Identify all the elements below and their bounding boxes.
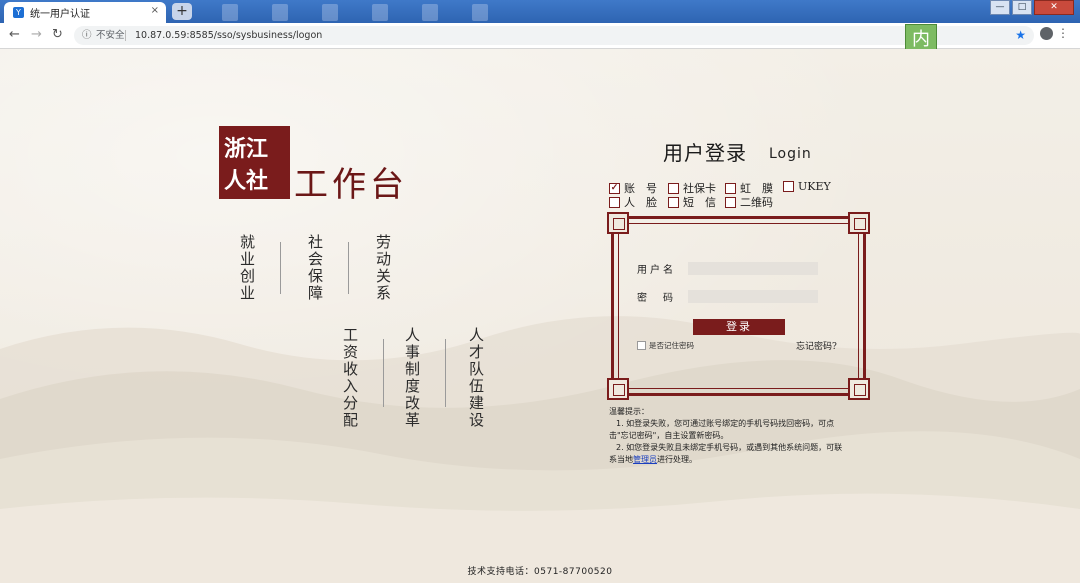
login-mode-sms[interactable]: 短 信 (668, 194, 716, 210)
tips-line: 1. 如登录失败，您可通过账号绑定的手机号码找回密码，可点 (616, 419, 835, 428)
support-phone: 技术支持电话：0571-87700520 (467, 567, 613, 577)
background-thumbnail (222, 4, 238, 21)
checkbox-icon (609, 196, 620, 208)
checkbox-icon (783, 181, 794, 192)
nav-item-personnel-reform[interactable]: 人事制度改革 (402, 327, 423, 429)
logo-title: 工作台 (294, 165, 408, 205)
checkbox-icon (725, 182, 736, 194)
logo-seal-line1: 浙江 (224, 136, 269, 162)
address-separator (125, 30, 126, 41)
login-mode-label: 二维码 (740, 196, 773, 209)
maximize-button[interactable]: □ (1012, 0, 1032, 15)
url-text[interactable]: 10.87.0.59:8585/sso/sysbusiness/logon (135, 26, 322, 45)
checkbox-icon (668, 196, 679, 208)
login-button[interactable]: 登录 (693, 319, 785, 335)
username-input[interactable] (688, 262, 818, 275)
login-mode-ukey[interactable]: UKEY (783, 180, 831, 193)
username-label: 用户名 (637, 265, 676, 276)
background-thumbnail (272, 4, 288, 21)
nav-item-talent-development[interactable]: 人才队伍建设 (466, 327, 487, 429)
background-thumbnail (372, 4, 388, 21)
minimize-button[interactable]: — (990, 0, 1010, 15)
back-arrow-icon[interactable]: ← (9, 27, 20, 43)
window-close-button[interactable]: ✕ (1034, 0, 1074, 15)
bookmark-star-icon[interactable]: ★ (1015, 26, 1026, 45)
login-frame-inner (618, 223, 859, 389)
nav-item-labor-relations[interactable]: 劳动关系 (373, 234, 394, 302)
tab-title: 统一用户认证 (30, 9, 90, 20)
tab-close-icon[interactable]: × (151, 5, 159, 16)
tips-panel: 温馨提示： 1. 如登录失败，您可通过账号绑定的手机号码找回密码，可点 击"忘记… (609, 406, 871, 466)
frame-corner-ornament (848, 378, 870, 400)
frame-corner-ornament (848, 212, 870, 234)
security-label: 不安全 (96, 30, 125, 41)
tips-text: 系当地 (609, 455, 633, 464)
browser-tab-bar: Y 统一用户认证 × + — □ ✕ (0, 0, 1080, 23)
frame-corner-ornament (607, 212, 629, 234)
site-favicon-icon: Y (13, 7, 24, 18)
login-title-en: Login (769, 146, 812, 162)
login-page: 浙江 人社 工作台 就业创业 社会保障 劳动关系 工资收入分配 人事制度改革 人… (0, 49, 1080, 583)
background-thumbnail (422, 4, 438, 21)
remember-password-label: 是否记住密码 (649, 341, 694, 350)
account-icon[interactable] (1040, 27, 1053, 40)
login-mode-label: 短 信 (683, 196, 716, 209)
logo-seal: 浙江 人社 (219, 126, 290, 199)
nav-item-employment[interactable]: 就业创业 (237, 234, 258, 302)
new-tab-button[interactable]: + (172, 3, 192, 20)
forgot-password-link[interactable]: 忘记密码? (796, 339, 837, 352)
tips-line: 击"忘记密码"，自主设置新密码。 (609, 431, 729, 440)
login-mode-qrcode[interactable]: 二维码 (725, 194, 773, 210)
window-controls: — □ ✕ (990, 0, 1074, 15)
menu-dots-icon[interactable]: ⋮ (1057, 26, 1069, 40)
password-label: 密 码 (637, 293, 676, 304)
browser-tab[interactable]: Y 统一用户认证 × (4, 2, 166, 23)
forward-arrow-icon[interactable]: → (31, 27, 42, 43)
frame-corner-ornament (607, 378, 629, 400)
tips-text: 进行处理。 (657, 455, 697, 464)
reload-icon[interactable]: ↻ (52, 27, 63, 43)
checkbox-icon (637, 341, 646, 350)
nav-item-wage-distribution[interactable]: 工资收入分配 (340, 327, 361, 429)
admin-link[interactable]: 管理员 (633, 455, 657, 464)
remember-password-checkbox[interactable]: 是否记住密码 (637, 340, 694, 351)
logo-seal-line2: 人社 (224, 168, 269, 194)
login-title: 用户登录 (663, 141, 747, 165)
checkbox-icon (725, 196, 736, 208)
tips-line: 系当地管理员进行处理。 (609, 454, 871, 466)
tips-line: 2. 如您登录失败且未绑定手机号码，或遇到其他系统问题，可联 (616, 443, 843, 452)
nav-divider (383, 339, 384, 407)
info-icon[interactable]: ⓘ (82, 26, 92, 45)
address-bar[interactable]: ⓘ 不安全 10.87.0.59:8585/sso/sysbusiness/lo… (74, 26, 1034, 45)
login-mode-face[interactable]: 人 脸 (609, 194, 657, 210)
nav-divider (348, 242, 349, 294)
background-thumbnail (322, 4, 338, 21)
ink-mountain-background (0, 316, 1080, 583)
background-thumbnail (472, 4, 488, 21)
nav-divider (280, 242, 281, 294)
nav-item-social-security[interactable]: 社会保障 (305, 234, 326, 302)
checkbox-icon (668, 182, 679, 194)
login-mode-label: 人 脸 (624, 196, 657, 209)
tips-heading: 温馨提示： (609, 407, 649, 416)
login-mode-label: UKEY (798, 180, 831, 193)
password-input[interactable] (688, 290, 818, 303)
nav-divider (445, 339, 446, 407)
checkbox-checked-icon: ✓ (609, 182, 620, 194)
